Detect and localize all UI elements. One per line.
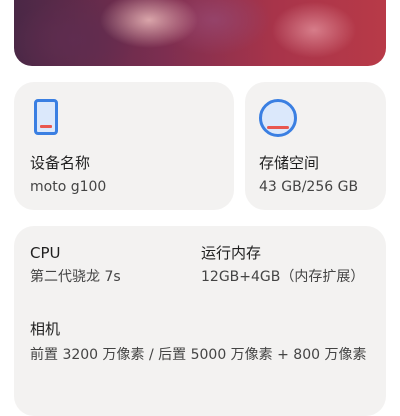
storage-icon [259,99,297,137]
device-name-card[interactable]: 设备名称 moto g100 [14,82,234,210]
device-name-label: 设备名称 [30,154,91,172]
phone-icon [34,99,58,135]
phone-icon-bar [40,125,52,128]
cpu-label: CPU [30,244,61,262]
storage-card[interactable]: 存储空间 43 GB/256 GB [245,82,386,210]
cpu-value: 第二代骁龙 7s [30,269,121,285]
wallpaper-banner [14,0,386,66]
storage-usage-indicator [267,126,289,129]
storage-label: 存储空间 [259,154,320,172]
specs-card: CPU 第二代骁龙 7s 运行内存 12GB+4GB（内存扩展） 相机 前置 3… [14,226,386,416]
storage-value: 43 GB/256 GB [259,179,359,195]
camera-label: 相机 [30,320,61,338]
camera-value: 前置 3200 万像素 / 后置 5000 万像素 + 800 万像素 [30,347,367,363]
ram-label: 运行内存 [201,244,262,262]
ram-value: 12GB+4GB（内存扩展） [201,269,365,285]
device-name-value: moto g100 [30,179,107,195]
